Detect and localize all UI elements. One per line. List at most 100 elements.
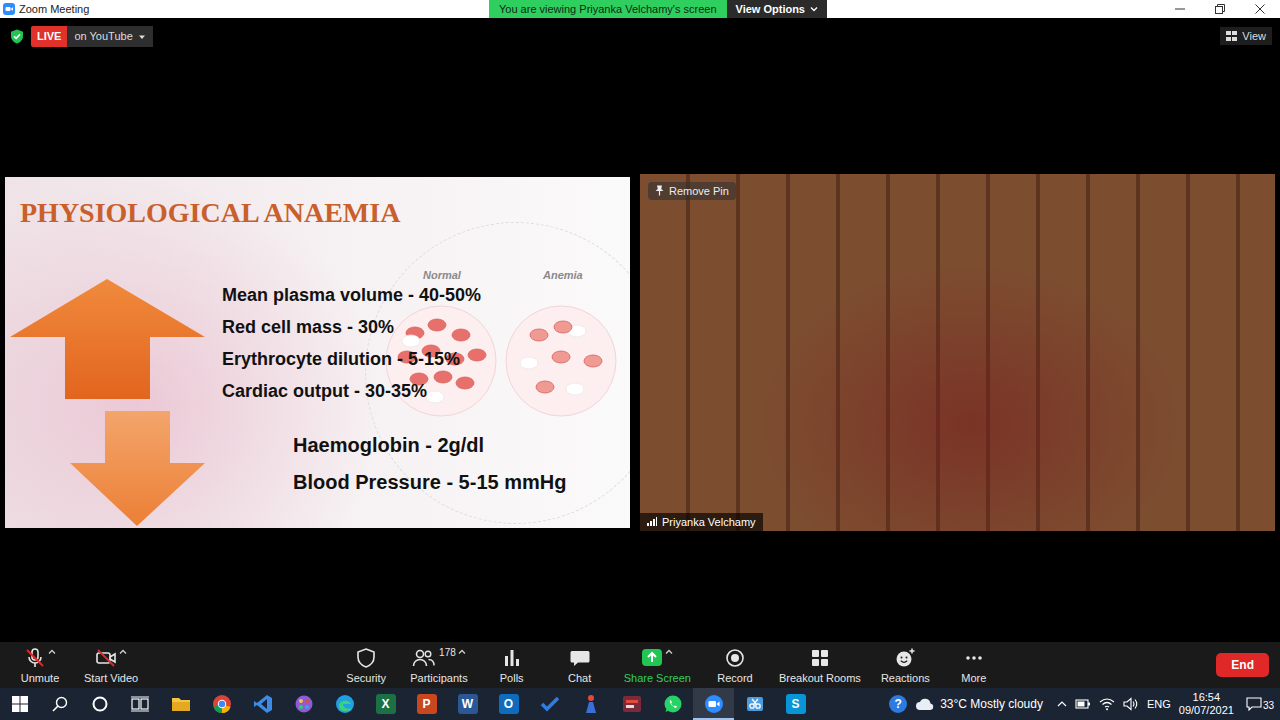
caret-up-icon[interactable] [458,648,466,656]
decrease-item: Haemoglobin - 2g/dl [293,427,566,464]
cell-label: Anemia [543,269,583,281]
security-shield-icon [10,29,24,44]
start-button[interactable] [0,688,40,720]
cortana-ring-icon [92,696,108,712]
taskbar-app[interactable] [242,688,283,720]
battery-icon[interactable] [1075,697,1091,711]
minimize-button[interactable] [1160,0,1200,18]
figure-app-icon [581,694,601,714]
zoom-app-icon [704,694,724,714]
toolbar-label: More [961,672,986,684]
increase-list: Mean plasma volume - 40-50%Red cell mass… [222,279,481,407]
taskbar-app[interactable] [160,688,201,720]
search-magnifier-icon [52,696,68,712]
cell-label: Normal [423,269,461,281]
restore-button[interactable] [1200,0,1240,18]
toolbar-button[interactable]: Start Video [74,645,148,686]
toolbar-button[interactable]: More [940,645,1008,686]
blood-cell-circle [505,305,617,417]
caret-up-icon[interactable] [665,648,673,656]
editor-app-icon [253,694,273,714]
show-hidden-icons-icon[interactable] [1057,700,1067,708]
taskbar-app[interactable] [611,688,652,720]
taskbar-app[interactable]: P [406,688,447,720]
toolbar-button[interactable]: Breakout Rooms [769,645,871,686]
taskbar-app[interactable] [570,688,611,720]
taskbar-app[interactable] [529,688,570,720]
decrease-arrow-icon [70,411,205,526]
shared-slide: Normal Anemia PHYSIOLOGICAL ANAEMIA Mean pl… [5,177,630,528]
close-button[interactable] [1240,0,1280,18]
toolbar-button[interactable]: Chat [546,645,614,686]
toolbar-button[interactable]: Record [701,645,769,686]
speaker-volume-icon[interactable] [1123,697,1139,711]
chevron-down-icon [810,5,818,13]
slide-title: PHYSIOLOGICAL ANAEMIA [20,195,630,231]
office-app-icon: S [786,694,806,714]
toolbar-button[interactable]: Reactions [871,645,940,686]
windows-logo-icon [12,696,28,712]
todo-check-icon [540,694,560,714]
toolbar-label: Share Screen [624,672,691,684]
help-question-icon[interactable]: ? [889,695,907,713]
live-status: LIVEon YouTube [10,26,153,47]
toolbar-label: Polls [500,672,524,684]
restore-icon [1215,4,1225,14]
action-center-button[interactable]: 33 [1242,697,1274,711]
toolbar-button[interactable]: Share Screen [614,645,701,686]
clock-date: 09/07/2021 [1179,704,1234,717]
paint-app-icon [294,694,314,714]
taskbar-app[interactable]: S [775,688,816,720]
clock[interactable]: 16:5409/07/2021 [1179,691,1234,717]
window-title: Zoom Meeting [19,3,89,15]
polls-icon [501,647,523,669]
meeting-area: LIVEon YouTube View Normal Anemia PHYSIOLOGI… [0,18,1280,642]
task-view-button[interactable] [120,688,160,720]
toolbar-button[interactable]: 178 Participants [400,645,477,686]
decrease-item: Blood Pressure - 5-15 mmHg [293,464,566,501]
taskbar-app[interactable] [652,688,693,720]
increase-arrow-icon [10,279,205,399]
taskbar-app[interactable] [324,688,365,720]
taskbar-app[interactable] [201,688,242,720]
remove-pin-button[interactable]: Remove Pin [648,182,736,200]
taskbar-app[interactable] [693,688,734,720]
view-button[interactable]: View [1220,27,1272,45]
taskbar-app[interactable]: W [447,688,488,720]
whatsapp-icon [663,694,683,714]
toolbar-button[interactable]: Polls [478,645,546,686]
taskbar-app[interactable]: X [365,688,406,720]
wifi-icon[interactable] [1099,697,1115,711]
meeting-toolbar: Unmute Start Video Security 178 Participants… [0,642,1280,688]
video-frame [640,174,1275,531]
weather-widget[interactable]: 33°C Mostly cloudy [915,697,1043,711]
file-explorer-icon [171,694,191,714]
edge-browser-icon [335,694,355,714]
search-button[interactable] [40,688,80,720]
toolbar-label: Record [717,672,752,684]
office-app-icon: P [417,694,437,714]
toolbar-label: Start Video [84,672,138,684]
toolbar-label: Participants [410,672,467,684]
caret-up-icon[interactable] [48,648,56,656]
toolbar-label: Chat [568,672,591,684]
toolbar-label: Breakout Rooms [779,672,861,684]
stream-target-dropdown[interactable]: on YouTube [67,26,152,47]
gallery-grid-icon [1226,31,1237,41]
participant-count: 178 [439,647,456,659]
toolbar-button[interactable]: Security [332,645,400,686]
office-app-icon: W [458,694,478,714]
toolbar-button[interactable]: Unmute [6,645,74,686]
taskbar-app[interactable]: O [488,688,529,720]
taskbar-app[interactable] [734,688,775,720]
input-language[interactable]: ENG [1147,698,1171,710]
increase-item: Mean plasma volume - 40-50% [222,279,481,311]
shield-icon [355,647,377,669]
end-meeting-button[interactable]: End [1216,653,1269,677]
view-options-button[interactable]: View Options [727,0,827,18]
caret-up-icon[interactable] [119,648,127,656]
more-dots-icon [963,647,985,669]
taskbar-app[interactable] [283,688,324,720]
cortana-button[interactable] [80,688,120,720]
participants-icon [412,647,436,669]
